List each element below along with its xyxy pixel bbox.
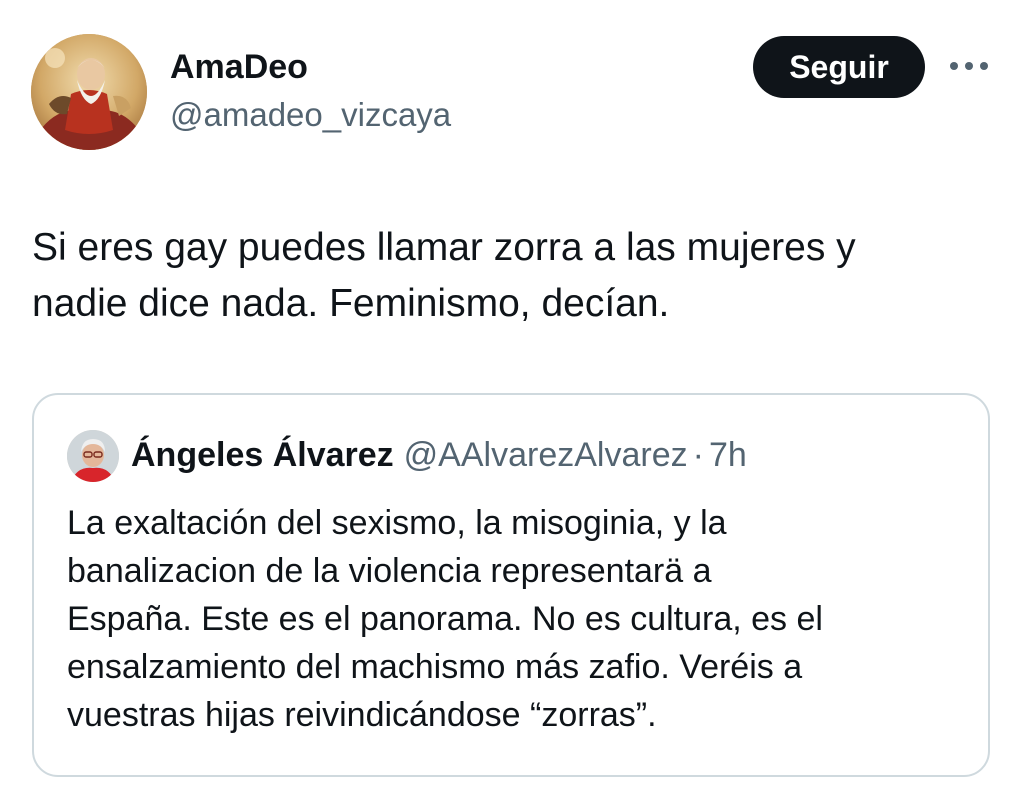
tweet-text: Si eres gay puedes llamar zorra a las mu… [32,226,856,325]
author-handle[interactable]: @amadeo_vizcaya [170,94,451,136]
header-separator: · [692,436,704,474]
more-horizontal-icon[interactable] [948,56,990,76]
quoted-tweet-text: La exaltación del sexismo, la misoginia,… [67,504,823,734]
quoted-author-handle[interactable]: @AAlvarezAlvarez [404,436,688,474]
author-avatar[interactable] [31,34,147,150]
quoted-tweet-time[interactable]: 7h [709,436,747,474]
avatar-painting-image [31,34,147,150]
quoted-tweet-header: Ángeles Álvarez @AAlvarezAlvarez · 7h [131,433,747,477]
avatar-photo-image [67,430,119,482]
quoted-tweet-card[interactable]: Ángeles Álvarez @AAlvarezAlvarez · 7h La ex… [32,393,990,777]
quoted-author-avatar[interactable] [67,430,119,482]
quoted-author-name[interactable]: Ángeles Álvarez [131,436,394,474]
follow-button[interactable]: Seguir [753,36,925,98]
author-display-name[interactable]: AmaDeo [170,46,308,88]
